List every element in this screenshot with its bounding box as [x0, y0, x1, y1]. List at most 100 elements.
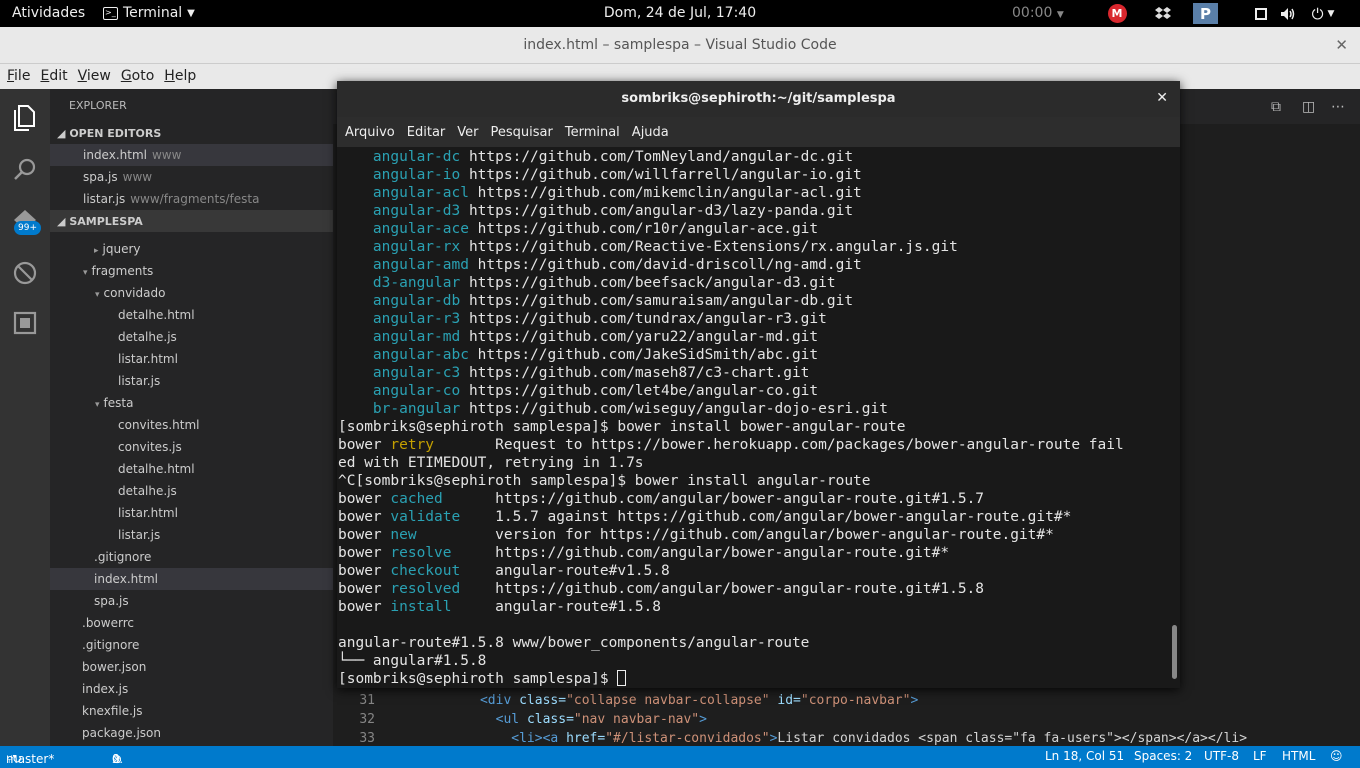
terminal-title-bar[interactable]: sombriks@sephiroth:~/git/samplespa ✕	[337, 81, 1180, 117]
tree-item[interactable]: bower.json	[50, 656, 333, 678]
power-menu[interactable]: ⏻ ▼	[1308, 3, 1338, 24]
menu-goto[interactable]: Goto	[116, 64, 159, 89]
close-terminal-button[interactable]: ✕	[1156, 90, 1168, 106]
tree-item[interactable]: detalhe.html	[50, 304, 333, 326]
terminal-text: https://github.com/wiseguy/angular-dojo-…	[460, 401, 888, 417]
mega-icon[interactable]: M	[1107, 3, 1127, 24]
terminal-text: bower	[338, 509, 391, 525]
open-editor-item[interactable]: index.html www	[50, 144, 333, 166]
attr: id=	[769, 693, 801, 708]
tree-item[interactable]: knexfile.js	[50, 700, 333, 722]
menu-edit[interactable]: Edit	[35, 64, 72, 89]
tree-item[interactable]: convites.html	[50, 414, 333, 436]
volume-icon[interactable]	[1279, 3, 1297, 24]
tree-item[interactable]: .gitignore	[50, 546, 333, 568]
tree-item[interactable]: .bowerrc	[50, 612, 333, 634]
code-line[interactable]: 31 <div class="collapse navbar-collapse"…	[333, 693, 1360, 712]
menu-ver[interactable]: Ver	[451, 117, 484, 147]
menu-help[interactable]: Help	[159, 64, 201, 89]
tree-item[interactable]: detalhe.html	[50, 458, 333, 480]
app-menu[interactable]: >_ Terminal ▼	[103, 5, 195, 21]
terminal-text: bower	[338, 491, 391, 507]
cursor-position[interactable]: Ln 18, Col 51	[1045, 749, 1124, 763]
tree-item[interactable]: convites.js	[50, 436, 333, 458]
caret-down-icon: ▼	[187, 7, 195, 19]
tree-item[interactable]: package.json	[50, 722, 333, 744]
tree-item-label: index.js	[82, 682, 129, 696]
tree-item[interactable]: ▾ festa	[50, 392, 333, 414]
menu-editar[interactable]: Editar	[401, 117, 452, 147]
sync-icon[interactable]: ↻	[12, 752, 22, 766]
feedback-icon[interactable]: ☺	[1330, 749, 1343, 763]
terminal-scrollbar[interactable]	[1172, 625, 1177, 679]
open-editors-section[interactable]: ◢ OPEN EDITORS	[50, 122, 333, 144]
tree-item-selected[interactable]: index.html	[50, 568, 333, 590]
tree-item[interactable]: ▾ fragments	[50, 260, 333, 282]
terminal-line: bower checkout angular-route#v1.5.8	[338, 562, 670, 580]
tree-item-label: festa	[103, 396, 134, 410]
vscode-title-bar: index.html – samplespa – Visual Studio C…	[0, 27, 1360, 64]
terminal-text: bower	[338, 437, 391, 453]
tree-item[interactable]: listar.js	[50, 370, 333, 392]
close-window-button[interactable]: ✕	[1335, 36, 1348, 54]
window-icon[interactable]	[1252, 3, 1270, 24]
tree-item[interactable]: listar.html	[50, 502, 333, 524]
menu-terminal[interactable]: Terminal	[559, 117, 626, 147]
tree-item[interactable]: listar.js	[50, 524, 333, 546]
chevron-down-icon: ◢	[57, 215, 66, 228]
tree-item[interactable]: ▾ convidado	[50, 282, 333, 304]
terminal-text: ^C[sombriks@sephiroth samplespa]$ bower …	[338, 473, 871, 489]
terminal-text: https://github.com/david-driscoll/ng-amd…	[468, 257, 862, 273]
tag: >	[910, 693, 919, 708]
terminal-text: install	[390, 599, 452, 615]
tree-item[interactable]: detalhe.js	[50, 480, 333, 502]
code-line[interactable]: 32 <ul class="nav navbar-nav">	[333, 712, 1360, 731]
terminal-window: sombriks@sephiroth:~/git/samplespa ✕ Arq…	[337, 81, 1180, 688]
tree-item[interactable]: detalhe.js	[50, 326, 333, 348]
terminal-line: └── angular#1.5.8	[338, 652, 486, 670]
terminal-line: bower cached https://github.com/angular/…	[338, 490, 984, 508]
search-icon[interactable]	[11, 156, 39, 184]
split-editor-icon[interactable]: ◫	[1302, 99, 1315, 115]
menu-pesquisar[interactable]: Pesquisar	[485, 117, 559, 147]
more-actions-icon[interactable]: ⋯	[1331, 99, 1345, 115]
tree-item-label: convites.html	[118, 418, 200, 432]
indentation[interactable]: Spaces: 2	[1134, 749, 1192, 763]
timer[interactable]: 00:00 ▼	[1012, 5, 1064, 21]
debug-icon[interactable]	[11, 259, 39, 287]
activities-button[interactable]: Atividades	[12, 5, 85, 21]
language-mode[interactable]: HTML	[1282, 749, 1315, 763]
dropbox-icon[interactable]	[1153, 3, 1173, 24]
line-ending[interactable]: LF	[1253, 749, 1267, 763]
menu-view[interactable]: View	[73, 64, 116, 89]
terminal-text: angular-rx	[338, 239, 461, 255]
code-line[interactable]: 33 <li><a href="#/listar-convidados">Lis…	[333, 731, 1360, 746]
terminal-text: ed with ETIMEDOUT, retrying in 1.7s	[338, 455, 644, 471]
encoding[interactable]: UTF-8	[1204, 749, 1239, 763]
terminal-text: https://github.com/JakeSidSmith/abc.git	[468, 347, 819, 363]
terminal-line: angular-route#1.5.8 www/bower_components…	[338, 634, 809, 652]
terminal-text: https://github.com/r10r/angular-ace.git	[468, 221, 819, 237]
open-editor-item[interactable]: spa.js www	[50, 166, 333, 188]
tree-item[interactable]: spa.js	[50, 590, 333, 612]
line-number: 31	[359, 693, 375, 708]
terminal-text: angular-abc	[338, 347, 469, 363]
menu-arquivo[interactable]: Arquivo	[339, 117, 401, 147]
terminal-screen[interactable]: [sombriks@sephiroth samplespa]$ └── angu…	[337, 147, 1180, 688]
tree-item[interactable]: .gitignore	[50, 634, 333, 656]
project-section[interactable]: ◢ SAMPLESPA	[50, 210, 333, 232]
tree-item[interactable]: listar.html	[50, 348, 333, 370]
terminal-text: br-angular	[338, 401, 461, 417]
terminal-text: resolved	[390, 581, 461, 597]
terminal-text: https://github.com/Reactive-Extensions/r…	[460, 239, 958, 255]
open-changes-icon[interactable]: ⧉	[1271, 99, 1281, 115]
menu-ajuda[interactable]: Ajuda	[626, 117, 675, 147]
open-editor-item[interactable]: listar.js www/fragments/festa	[50, 188, 333, 210]
tree-item[interactable]: index.js	[50, 678, 333, 700]
explorer-icon[interactable]	[11, 104, 39, 132]
tree-item[interactable]: ▸ jquery	[50, 238, 333, 260]
user-avatar-icon[interactable]: P	[1193, 3, 1218, 24]
extensions-icon[interactable]	[11, 309, 39, 337]
attr: class=	[519, 693, 567, 708]
menu-file[interactable]: File	[2, 64, 35, 89]
